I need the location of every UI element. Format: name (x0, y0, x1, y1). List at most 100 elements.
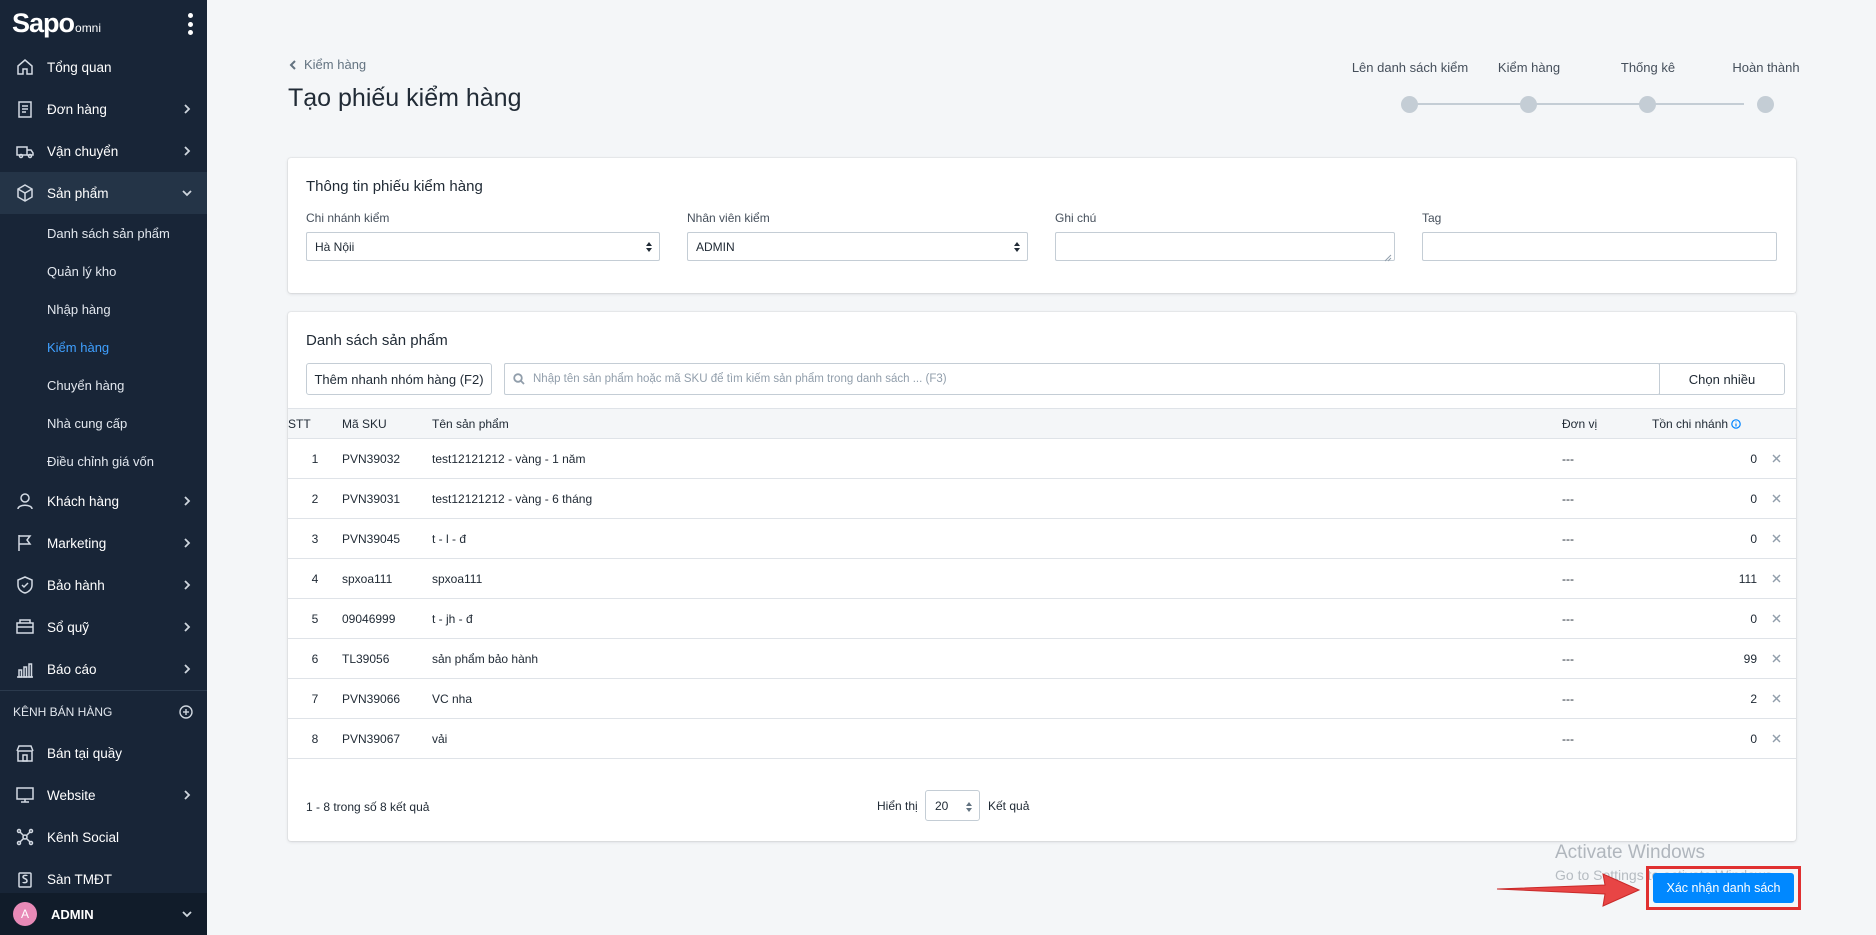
cell-stock: 0 (1652, 478, 1757, 519)
sidebar-item-reports[interactable]: Báo cáo (0, 648, 207, 690)
info-icon[interactable] (1731, 418, 1741, 429)
product-search-input[interactable]: Nhập tên sản phẩm hoặc mã SKU để tìm kiế… (504, 363, 1660, 395)
resize-grip-icon[interactable] (1384, 250, 1392, 262)
remove-row-icon[interactable] (1772, 572, 1781, 586)
sidebar-item-label: Website (47, 787, 96, 803)
cell-remove (1757, 638, 1796, 679)
sidebar-subitem-product-list[interactable]: Danh sách sản phẩm (0, 214, 207, 252)
branch-select[interactable]: Hà Nộii (306, 232, 660, 261)
add-channel-icon[interactable] (179, 705, 193, 719)
sidebar-item-label: Tổng quan (47, 59, 112, 75)
cell-sku-link[interactable]: TL39056 (342, 638, 432, 679)
chevron-right-icon (181, 579, 193, 591)
sidebar-item-customers[interactable]: Khách hàng (0, 480, 207, 522)
note-textarea[interactable] (1055, 232, 1395, 262)
social-icon (14, 826, 36, 848)
product-table: STT Mã SKU Tên sản phẩm Đơn vị Tồn chi n… (288, 408, 1796, 759)
cell-sku-link[interactable]: PVN39032 (342, 438, 432, 479)
sidebar-item-overview[interactable]: Tổng quan (0, 46, 207, 88)
cell-stt: 1 (288, 438, 342, 479)
cell-product-name: spxoa111 (432, 558, 1562, 599)
sidebar-item-pos[interactable]: Bán tại quầy (0, 732, 207, 774)
sidebar-subitem-transfer[interactable]: Chuyển hàng (0, 366, 207, 404)
sidebar-item-orders[interactable]: Đơn hàng (0, 88, 207, 130)
results-label: Kết quả (988, 799, 1030, 813)
remove-row-icon[interactable] (1772, 732, 1781, 746)
chevron-left-icon (289, 59, 296, 70)
cell-stt: 6 (288, 638, 342, 679)
result-summary: 1 - 8 trong số 8 kết quả (306, 800, 430, 814)
step-3: Thống kê (1588, 60, 1708, 113)
progress-steps: Lên danh sách kiểm Kiểm hàng Thống kê Ho… (1350, 60, 1800, 113)
sapo-logo[interactable]: Sapoomni (12, 8, 101, 39)
sidebar-item-social[interactable]: Kênh Social (0, 816, 207, 858)
table-row: 7 PVN39066 VC nha --- 2 (288, 678, 1796, 719)
cell-product-name: sản phẩm bảo hành (432, 638, 1562, 679)
windows-watermark-title: Activate Windows (1555, 842, 1705, 863)
products-card: Danh sách sản phẩm Thêm nhanh nhóm hàng … (288, 312, 1796, 841)
chevron-down-icon (181, 187, 193, 199)
sidebar-item-label: Khách hàng (47, 493, 120, 509)
remove-row-icon[interactable] (1772, 692, 1781, 706)
cell-unit: --- (1562, 478, 1652, 519)
remove-row-icon[interactable] (1772, 452, 1781, 466)
cell-product-name: vải (432, 718, 1562, 759)
remove-row-icon[interactable] (1772, 652, 1781, 666)
chevron-right-icon (181, 103, 193, 115)
sidebar-subitem-stock-check[interactable]: Kiểm hàng (0, 328, 207, 366)
cell-sku-link[interactable]: 09046999 (342, 598, 432, 639)
sidebar-item-warranty[interactable]: Bảo hành (0, 564, 207, 606)
chevron-right-icon (181, 495, 193, 507)
tag-input[interactable] (1422, 232, 1777, 261)
cell-stt: 3 (288, 518, 342, 559)
cell-stock: 0 (1652, 518, 1757, 559)
store-icon (14, 742, 36, 764)
cell-unit: --- (1562, 438, 1652, 479)
cell-sku-link[interactable]: PVN39066 (342, 678, 432, 719)
breadcrumb-link[interactable]: Kiểm hàng (304, 57, 366, 72)
sidebar-subitem-suppliers[interactable]: Nhà cung cấp (0, 404, 207, 442)
sidebar-item-marketing[interactable]: Marketing (0, 522, 207, 564)
remove-row-icon[interactable] (1772, 532, 1781, 546)
sidebar-item-label: Marketing (47, 535, 107, 551)
cell-product-name: test12121212 - vàng - 1 năm (432, 438, 1562, 479)
chevron-right-icon (181, 621, 193, 633)
sidebar-item-shipping[interactable]: Vận chuyển (0, 130, 207, 172)
page-title: Tạo phiếu kiểm hàng (288, 84, 522, 112)
cell-stock: 0 (1652, 438, 1757, 479)
cell-sku-link[interactable]: spxoa111 (342, 558, 432, 599)
sidebar-subitem-import[interactable]: Nhập hàng (0, 290, 207, 328)
sidebar-item-label: Bảo hành (47, 577, 105, 593)
cell-stock: 99 (1652, 638, 1757, 679)
kebab-menu-icon[interactable] (187, 13, 193, 35)
cell-remove (1757, 478, 1796, 519)
sidebar-item-website[interactable]: Website (0, 774, 207, 816)
sidebar-subitem-inventory[interactable]: Quản lý kho (0, 252, 207, 290)
cell-stt: 4 (288, 558, 342, 599)
user-menu[interactable]: A ADMIN (0, 893, 207, 935)
quick-add-group-button[interactable]: Thêm nhanh nhóm hàng (F2) (306, 363, 492, 395)
cell-sku-link[interactable]: PVN39067 (342, 718, 432, 759)
remove-row-icon[interactable] (1772, 492, 1781, 506)
website-icon (14, 784, 36, 806)
confirm-list-button[interactable]: Xác nhận danh sách (1653, 873, 1794, 903)
cell-stt: 5 (288, 598, 342, 639)
cell-sku-link[interactable]: PVN39045 (342, 518, 432, 559)
sidebar-item-products[interactable]: Sản phẩm (0, 172, 207, 214)
page-size-select[interactable]: 20 (925, 790, 980, 821)
staff-select[interactable]: ADMIN (687, 232, 1028, 261)
breadcrumb[interactable]: Kiểm hàng (288, 57, 366, 72)
chevron-right-icon (181, 663, 193, 675)
home-icon (14, 56, 36, 78)
logo-row: Sapoomni (0, 0, 207, 46)
sidebar-item-cashbook[interactable]: Sổ quỹ (0, 606, 207, 648)
sidebar-subitem-cost-adjust[interactable]: Điều chỉnh giá vốn (0, 442, 207, 480)
select-arrows-icon (1013, 241, 1021, 253)
multi-select-button[interactable]: Chọn nhiều (1659, 363, 1785, 395)
remove-row-icon[interactable] (1772, 612, 1781, 626)
sidebar: Sapoomni Tổng quan Đơn hàng Vận chuyển S… (0, 0, 207, 935)
cell-sku-link[interactable]: PVN39031 (342, 478, 432, 519)
cell-stock: 2 (1652, 678, 1757, 719)
sidebar-item-label: Sàn TMĐT (47, 871, 113, 887)
cell-remove (1757, 678, 1796, 719)
